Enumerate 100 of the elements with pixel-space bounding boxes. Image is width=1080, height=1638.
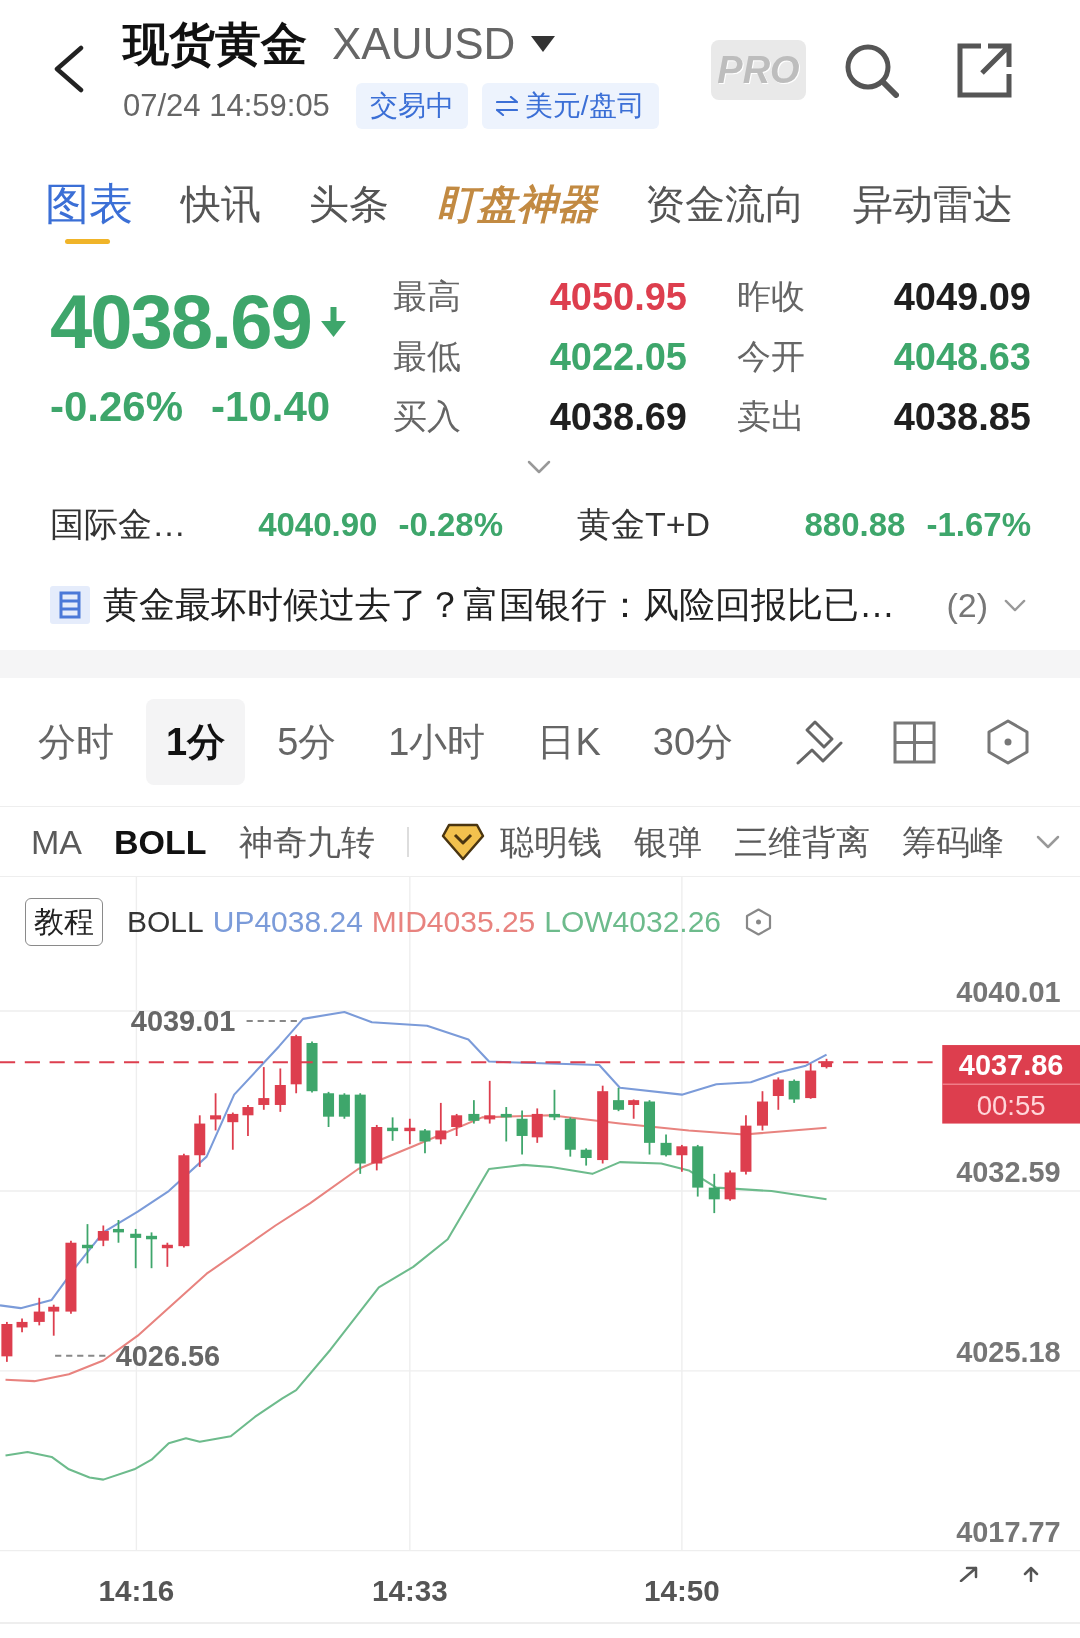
candlestick: [708, 1172, 720, 1214]
related-name: 国际金…: [50, 504, 186, 545]
candlestick: [338, 1092, 350, 1120]
expand-chart-button[interactable]: [959, 1566, 978, 1582]
band-value: MID4035.25: [371, 905, 536, 939]
currency-toggle-button[interactable]: 美元/盘司: [481, 83, 659, 129]
stat-value: 4049.09: [893, 275, 1031, 319]
price-tag-value: 4037.86: [958, 1049, 1064, 1082]
search-button[interactable]: [844, 42, 899, 98]
stat-label: 最低: [393, 336, 461, 377]
candlestick: [435, 1102, 447, 1146]
chevron-left-icon: [52, 45, 84, 93]
candlestick: [451, 1113, 463, 1137]
candlestick: [194, 1114, 206, 1168]
share-icon: [957, 42, 1012, 98]
more-indicators-button[interactable]: [1035, 834, 1060, 849]
candlestick: [387, 1116, 399, 1142]
candlestick: [323, 1091, 335, 1128]
candlestick: [821, 1057, 833, 1070]
stat-label: 买入: [393, 396, 461, 437]
y-axis-label: 4025.18: [956, 1335, 1061, 1368]
period-tab[interactable]: 1小时: [368, 699, 506, 785]
timestamp-text: 07/24 14:59:05: [123, 88, 330, 124]
chevron-down-icon: [527, 460, 551, 474]
indicator-settings-button[interactable]: [745, 908, 773, 936]
indicator-tab[interactable]: 银弹: [633, 821, 702, 862]
price-text: 4038.69: [50, 282, 311, 362]
related-price: 4040.90: [258, 506, 378, 544]
related-name: 黄金T+D: [577, 504, 711, 545]
candlestick: [788, 1078, 800, 1104]
candlestick: [210, 1092, 222, 1132]
candlestick: [740, 1114, 752, 1176]
tutorial-button[interactable]: 教程: [25, 898, 103, 946]
candlestick: [33, 1296, 45, 1327]
related-change: -1.67%: [926, 506, 1031, 544]
diagonal-arrow-icon: [959, 1566, 978, 1582]
related-change: -0.28%: [398, 506, 503, 544]
news-headline-link[interactable]: 黄金最坏时候过去了？富国银行：风险回报比已…: [103, 580, 895, 630]
drawing-tool-button[interactable]: [796, 718, 843, 766]
news-expand-button[interactable]: [1004, 598, 1026, 612]
stat-value: 4048.63: [893, 335, 1031, 379]
indicator-tab[interactable]: 筹码峰: [901, 821, 1004, 862]
indicator-tab[interactable]: MA: [31, 821, 82, 862]
layout-button[interactable]: [893, 720, 936, 764]
band-value: UP4038.24: [212, 905, 363, 939]
candlestick: [580, 1147, 592, 1167]
candlestick: [484, 1079, 496, 1125]
grid-icon: [893, 720, 936, 764]
candlestick: [724, 1169, 736, 1202]
candlestick: [306, 1040, 318, 1094]
candlestick: [274, 1067, 286, 1113]
settings-icon: [986, 719, 1030, 765]
x-axis-label: 14:33: [371, 1573, 448, 1607]
candlestick: [468, 1099, 480, 1125]
candlestick: [613, 1086, 625, 1113]
leader-line: [246, 1019, 298, 1022]
candlestick: [1, 1321, 13, 1363]
indicator-tab[interactable]: BOLL: [114, 821, 207, 862]
swap-icon: [495, 96, 518, 116]
candlestick: [112, 1219, 124, 1244]
share-button[interactable]: [957, 42, 1012, 98]
period-tab[interactable]: 1分: [146, 699, 246, 785]
change-percent-text: -0.26%: [50, 384, 184, 430]
candlestick: [805, 1062, 817, 1100]
x-axis-label: 14:50: [644, 1573, 720, 1607]
indicator-tab[interactable]: 三维背离: [733, 821, 870, 862]
stat-value: 4038.69: [549, 395, 687, 439]
candlestick: [644, 1099, 656, 1156]
tab[interactable]: 异动雷达: [853, 180, 1013, 244]
period-tab[interactable]: 日K: [517, 699, 621, 785]
band-value: LOW4032.26: [544, 905, 722, 939]
x-axis-label: 14:16: [98, 1573, 175, 1607]
tab[interactable]: 头条: [309, 180, 389, 244]
candlestick: [692, 1144, 704, 1198]
candlestick: [97, 1224, 109, 1248]
tab[interactable]: 图表: [45, 180, 133, 244]
candlestick: [628, 1098, 640, 1120]
tab[interactable]: 快讯: [181, 180, 261, 244]
candlestick: [161, 1241, 173, 1268]
indicator-tab[interactable]: 聪明钱: [440, 821, 602, 862]
tab[interactable]: 资金流向: [645, 180, 805, 244]
period-tab[interactable]: 5分: [257, 699, 357, 785]
indicator-tab[interactable]: 神奇九转: [238, 821, 375, 862]
scroll-top-button[interactable]: [1023, 1566, 1039, 1582]
pen-ruler-icon: [796, 718, 843, 766]
stat-value: 4050.95: [549, 275, 687, 319]
candlestick: [500, 1106, 512, 1143]
stat-label: 卖出: [737, 396, 805, 437]
news-count: (2): [946, 585, 988, 625]
indicator-name: BOLL: [127, 905, 204, 939]
low-price-label: 4026.56: [115, 1340, 221, 1372]
period-tab[interactable]: 30分: [632, 699, 754, 785]
expand-button[interactable]: [527, 460, 551, 474]
symbol-dropdown[interactable]: XAUUSD: [332, 14, 556, 74]
candlestick: [419, 1128, 431, 1155]
back-button[interactable]: [52, 45, 84, 93]
candlestick: [548, 1088, 560, 1121]
settings-button[interactable]: [986, 719, 1030, 765]
period-tab[interactable]: 分时: [18, 699, 134, 785]
chevron-down-icon: [1035, 834, 1060, 849]
